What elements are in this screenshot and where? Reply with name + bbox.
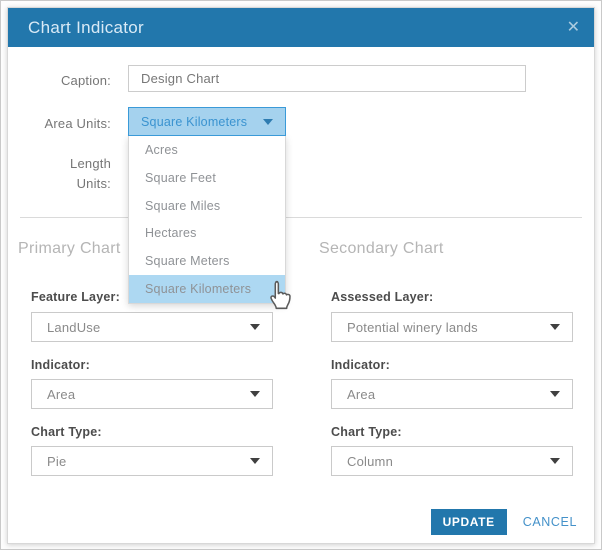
menu-item-square-kilometers[interactable]: Square Kilometers xyxy=(129,275,285,303)
menu-item-square-miles[interactable]: Square Miles xyxy=(129,192,285,220)
secondary-indicator-label: Indicator: xyxy=(331,358,390,372)
secondary-chart-heading: Secondary Chart xyxy=(319,240,444,258)
feature-layer-select[interactable]: LandUse xyxy=(31,312,273,342)
primary-indicator-value: Area xyxy=(32,387,250,402)
length-units-label: Length Units: xyxy=(51,154,111,194)
menu-item-square-feet[interactable]: Square Feet xyxy=(129,164,285,192)
menu-item-square-meters[interactable]: Square Meters xyxy=(129,247,285,275)
feature-layer-value: LandUse xyxy=(32,320,250,335)
feature-layer-label: Feature Layer: xyxy=(31,290,120,304)
chart-indicator-dialog: Chart Indicator ✕ Caption: Area Units: L… xyxy=(7,7,595,544)
secondary-indicator-value: Area xyxy=(332,387,550,402)
cancel-button[interactable]: CANCEL xyxy=(523,515,577,529)
menu-item-acres[interactable]: Acres xyxy=(129,136,285,164)
chevron-down-icon xyxy=(550,458,560,464)
secondary-chart-type-value: Column xyxy=(332,454,550,469)
secondary-indicator-select[interactable]: Area xyxy=(331,379,573,409)
assessed-layer-select[interactable]: Potential winery lands xyxy=(331,312,573,342)
area-units-label: Area Units: xyxy=(8,114,111,133)
assessed-layer-label: Assessed Layer: xyxy=(331,290,433,304)
secondary-chart-type-select[interactable]: Column xyxy=(331,446,573,476)
primary-chart-type-select[interactable]: Pie xyxy=(31,446,273,476)
dialog-header: Chart Indicator ✕ xyxy=(8,8,594,47)
chevron-down-icon xyxy=(550,391,560,397)
area-units-dropdown-menu: Acres Square Feet Square Miles Hectares … xyxy=(128,136,286,304)
caption-label: Caption: xyxy=(8,71,111,90)
caption-input[interactable] xyxy=(128,65,526,92)
update-button[interactable]: UPDATE xyxy=(431,509,507,535)
area-units-value: Square Kilometers xyxy=(129,115,263,129)
chevron-down-icon xyxy=(550,324,560,330)
primary-indicator-label: Indicator: xyxy=(31,358,90,372)
primary-chart-type-label: Chart Type: xyxy=(31,425,102,439)
secondary-chart-type-label: Chart Type: xyxy=(331,425,402,439)
primary-indicator-select[interactable]: Area xyxy=(31,379,273,409)
chevron-down-icon xyxy=(250,391,260,397)
assessed-layer-value: Potential winery lands xyxy=(332,320,550,335)
chevron-down-icon xyxy=(250,458,260,464)
close-icon[interactable]: ✕ xyxy=(567,20,580,36)
primary-chart-heading: Primary Chart xyxy=(18,240,121,258)
screenshot-frame: Chart Indicator ✕ Caption: Area Units: L… xyxy=(0,0,602,550)
menu-item-hectares[interactable]: Hectares xyxy=(129,219,285,247)
chevron-down-icon xyxy=(250,324,260,330)
area-units-select[interactable]: Square Kilometers xyxy=(128,107,286,136)
dialog-title: Chart Indicator xyxy=(8,18,144,38)
dialog-footer: UPDATE CANCEL xyxy=(431,509,577,535)
section-divider xyxy=(20,217,582,218)
chevron-down-icon xyxy=(263,119,273,125)
primary-chart-type-value: Pie xyxy=(32,454,250,469)
